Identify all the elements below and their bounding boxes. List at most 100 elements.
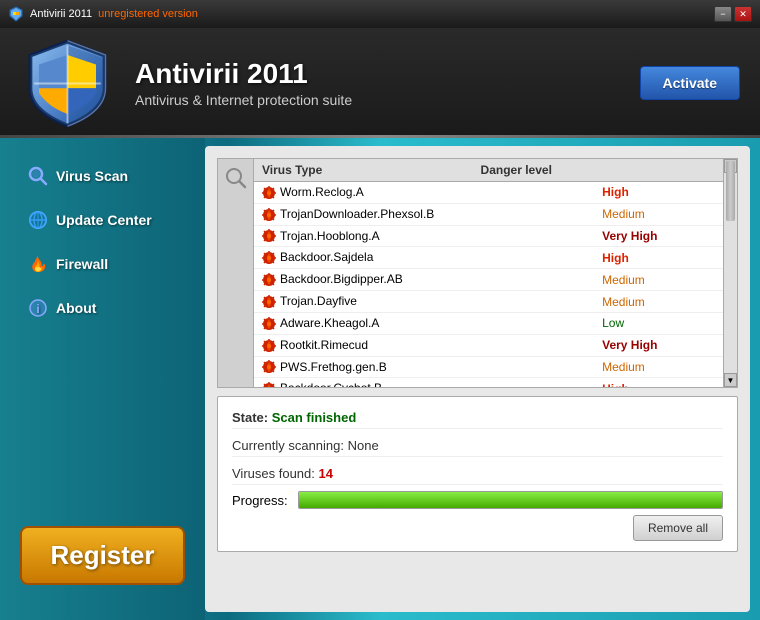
window-controls: − ✕ xyxy=(714,6,752,22)
minimize-button[interactable]: − xyxy=(714,6,732,22)
sidebar-item-virus-scan[interactable]: Virus Scan xyxy=(8,158,197,194)
scanning-value: None xyxy=(348,438,379,453)
danger-level-cell: High xyxy=(594,378,723,387)
danger-level-cell: Very High xyxy=(594,225,723,247)
app-title: Antivirii 2011 xyxy=(30,8,92,20)
virus-icon xyxy=(262,186,276,200)
state-line: State: Scan finished xyxy=(232,407,723,429)
col-virus-type: Virus Type xyxy=(254,159,473,182)
shield-logo xyxy=(20,36,115,131)
title-bar-left: Antivirii 2011 unregistered version xyxy=(8,6,198,22)
sidebar: Virus Scan Update Center Firew xyxy=(0,138,205,620)
danger-level-cell: High xyxy=(594,182,723,203)
viruses-found-line: Viruses found: 14 xyxy=(232,463,723,485)
header-subtitle: Antivirus & Internet protection suite xyxy=(135,92,620,108)
table-row: Worm.Reclog.A High xyxy=(254,182,723,203)
scanning-label: Currently scanning: xyxy=(232,438,344,453)
virus-icon xyxy=(262,208,276,222)
activate-button[interactable]: Activate xyxy=(640,66,740,100)
viruses-label: Viruses found: xyxy=(232,466,315,481)
table-row: Rootkit.Rimecud Very High xyxy=(254,334,723,356)
danger-level-cell: Medium xyxy=(594,356,723,378)
progress-label: Progress: xyxy=(232,493,288,508)
virus-name-cell: Backdoor.Cycbot.B xyxy=(254,378,594,387)
virus-name-cell: Worm.Reclog.A xyxy=(254,182,594,203)
virus-icon xyxy=(262,360,276,374)
close-button[interactable]: ✕ xyxy=(734,6,752,22)
search-icon[interactable] xyxy=(225,167,247,189)
title-bar: Antivirii 2011 unregistered version − ✕ xyxy=(0,0,760,28)
fire-icon xyxy=(28,254,48,274)
viruses-value: 14 xyxy=(319,466,333,481)
scanning-line: Currently scanning: None xyxy=(232,435,723,457)
sidebar-item-firewall[interactable]: Firewall xyxy=(8,246,197,282)
virus-list-container: Virus Type Danger level xyxy=(217,158,738,388)
danger-level-cell: Very High xyxy=(594,334,723,356)
virus-icon xyxy=(262,251,276,265)
status-area: State: Scan finished Currently scanning:… xyxy=(217,396,738,552)
danger-level-cell: Medium xyxy=(594,291,723,313)
progress-bar-container xyxy=(298,491,723,509)
scroll-down-btn[interactable]: ▼ xyxy=(724,373,737,387)
virus-name-cell: Trojan.Hooblong.A xyxy=(254,225,594,247)
virus-icon xyxy=(262,339,276,353)
virus-icon xyxy=(262,273,276,287)
virus-name-cell: Backdoor.Bigdipper.AB xyxy=(254,269,594,291)
content-area: Virus Type Danger level xyxy=(205,146,750,612)
table-row: Trojan.Dayfive Medium xyxy=(254,291,723,313)
table-row: Adware.Kheagol.A Low xyxy=(254,312,723,334)
danger-level-cell: High xyxy=(594,247,723,269)
virus-name-cell: PWS.Frethog.gen.B xyxy=(254,356,594,378)
register-container: Register xyxy=(0,511,205,600)
table-row: Backdoor.Bigdipper.AB Medium xyxy=(254,269,723,291)
sidebar-item-about[interactable]: i About xyxy=(8,290,197,326)
virus-table-scroll[interactable]: Worm.Reclog.A High TrojanDownloader.Phex… xyxy=(254,182,723,387)
table-row: TrojanDownloader.Phexsol.B Medium xyxy=(254,203,723,225)
main-window: Antivirii 2011 Antivirus & Internet prot… xyxy=(0,28,760,620)
search-area xyxy=(218,159,254,387)
virus-table-wrapper: Virus Type Danger level xyxy=(254,159,723,387)
table-row: PWS.Frethog.gen.B Medium xyxy=(254,356,723,378)
danger-level-cell: Medium xyxy=(594,269,723,291)
body-area: Virus Scan Update Center Firew xyxy=(0,138,760,620)
scroll-thumb[interactable] xyxy=(726,161,735,221)
virus-table-body: Worm.Reclog.A High TrojanDownloader.Phex… xyxy=(254,182,723,387)
about-label: About xyxy=(56,300,96,316)
virus-name-cell: Trojan.Dayfive xyxy=(254,291,594,313)
danger-level-cell: Low xyxy=(594,312,723,334)
danger-level-cell: Medium xyxy=(594,203,723,225)
state-label: State: xyxy=(232,410,268,425)
virus-name-cell: Rootkit.Rimecud xyxy=(254,334,594,356)
register-button[interactable]: Register xyxy=(20,526,185,585)
firewall-label: Firewall xyxy=(56,256,108,272)
virus-table: Virus Type Danger level xyxy=(254,159,723,182)
virus-icon xyxy=(262,229,276,243)
state-value: Scan finished xyxy=(272,410,357,425)
virus-name-cell: TrojanDownloader.Phexsol.B xyxy=(254,203,594,225)
virus-scan-label: Virus Scan xyxy=(56,168,128,184)
update-center-label: Update Center xyxy=(56,212,152,228)
remove-all-button[interactable]: Remove all xyxy=(633,515,723,541)
scrollbar[interactable]: ▲ ▼ xyxy=(723,159,737,387)
col-danger-level: Danger level xyxy=(473,159,723,182)
virus-icon xyxy=(262,295,276,309)
header: Antivirii 2011 Antivirus & Internet prot… xyxy=(0,28,760,138)
svg-text:i: i xyxy=(36,302,39,316)
table-row: Trojan.Hooblong.A Very High xyxy=(254,225,723,247)
unregistered-label: unregistered version xyxy=(98,8,198,20)
table-row: Backdoor.Cycbot.B High xyxy=(254,378,723,387)
header-title: Antivirii 2011 xyxy=(135,58,620,90)
app-icon xyxy=(8,6,24,22)
header-text: Antivirii 2011 Antivirus & Internet prot… xyxy=(135,58,620,108)
sidebar-item-update-center[interactable]: Update Center xyxy=(8,202,197,238)
virus-name-cell: Backdoor.Sajdela xyxy=(254,247,594,269)
progress-row: Progress: xyxy=(232,491,723,509)
globe-icon xyxy=(28,210,48,230)
virus-icon xyxy=(262,317,276,331)
progress-bar-fill xyxy=(299,492,722,508)
info-icon: i xyxy=(28,298,48,318)
virus-name-cell: Adware.Kheagol.A xyxy=(254,312,594,334)
magnifier-icon xyxy=(28,166,48,186)
virus-icon xyxy=(262,382,276,387)
table-row: Backdoor.Sajdela High xyxy=(254,247,723,269)
